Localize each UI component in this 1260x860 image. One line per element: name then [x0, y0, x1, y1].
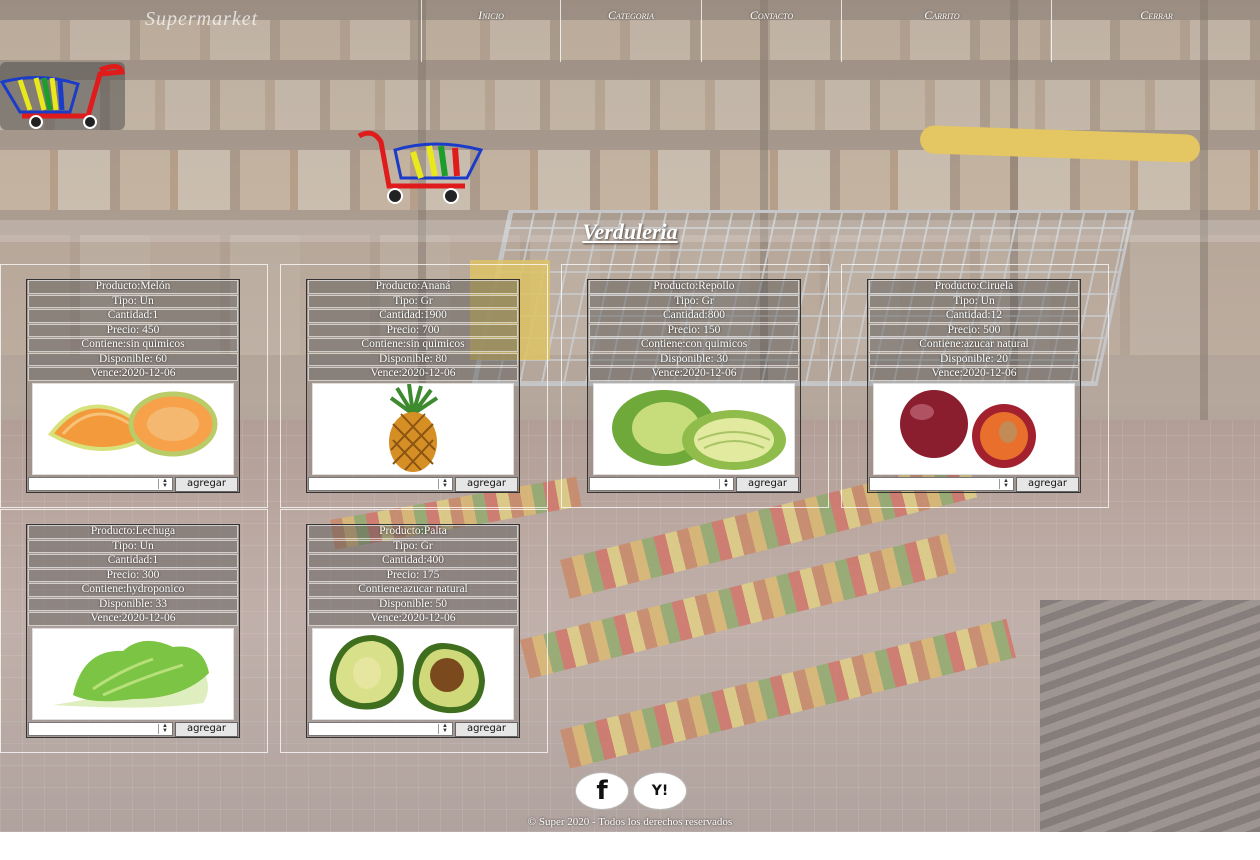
nav-inicio[interactable]: Inicio — [421, 0, 560, 62]
product-available: Disponible: 80 — [308, 352, 518, 366]
product-price: Precio: 450 — [28, 323, 238, 337]
nav-categoria[interactable]: Categoria — [560, 0, 701, 62]
yahoo-icon[interactable]: Y! — [633, 772, 687, 810]
product-quantity: Cantidad:1900 — [308, 309, 518, 323]
quantity-stepper[interactable]: ▲ ▼ — [28, 721, 173, 736]
quantity-stepper[interactable]: ▲ ▼ — [308, 476, 453, 491]
product-contains: Contiene:con quimicos — [589, 338, 799, 352]
brand-name: Supermarket — [145, 8, 259, 30]
cart-logo — [355, 128, 485, 208]
product-name: Producto:Lechuga — [28, 525, 238, 539]
quantity-stepper[interactable]: ▲ ▼ — [308, 721, 453, 736]
melon-image — [32, 382, 234, 475]
product-type: Tipo: Un — [869, 294, 1079, 308]
nav-carrito[interactable]: Carrito — [841, 0, 1042, 62]
product-type: Tipo: Gr — [308, 539, 518, 553]
product-quantity: Cantidad:12 — [869, 309, 1079, 323]
nav-contacto[interactable]: Contacto — [701, 0, 841, 62]
product-name: Producto:Palta — [308, 525, 518, 539]
product-card: Producto:Ciruela Tipo: Un Cantidad:12 Pr… — [867, 279, 1081, 493]
product-name: Producto:Melón — [28, 280, 238, 294]
add-button[interactable]: agregar — [175, 476, 238, 492]
product-cell: Producto:Repollo Tipo: Gr Cantidad:800 P… — [561, 264, 829, 508]
product-available: Disponible: 33 — [28, 597, 238, 611]
nav-label: Contacto — [749, 8, 794, 22]
product-available: Disponible: 60 — [28, 352, 238, 366]
add-button[interactable]: agregar — [1016, 476, 1079, 492]
product-type: Tipo: Gr — [589, 294, 799, 308]
product-contains: Contiene:hydroponico — [28, 583, 238, 597]
product-available: Disponible: 20 — [869, 352, 1079, 366]
product-card: Producto:Melón Tipo: Un Cantidad:1 Preci… — [26, 279, 240, 493]
add-button[interactable]: agregar — [455, 721, 518, 737]
nav-label: Inicio — [478, 8, 504, 22]
product-price: Precio: 175 — [308, 568, 518, 582]
product-type: Tipo: Gr — [308, 294, 518, 308]
yahoo-label: Y! — [651, 783, 669, 799]
add-button[interactable]: agregar — [455, 476, 518, 492]
pineapple-image — [312, 382, 514, 475]
product-expiry: Vence:2020-12-06 — [308, 367, 518, 381]
nav-label: Carrito — [924, 8, 960, 22]
section-title: Verduleria — [582, 219, 678, 244]
product-price: Precio: 150 — [589, 323, 799, 337]
quantity-stepper[interactable]: ▲ ▼ — [869, 476, 1014, 491]
product-quantity: Cantidad:800 — [589, 309, 799, 323]
cart-logo-small[interactable] — [0, 62, 125, 130]
product-type: Tipo: Un — [28, 539, 238, 553]
product-contains: Contiene:sin quimicos — [28, 338, 238, 352]
product-card: Producto:Lechuga Tipo: Un Cantidad:1 Pre… — [26, 524, 240, 738]
nav-cerrar[interactable]: Cerrar — [1051, 0, 1260, 62]
product-price: Precio: 300 — [28, 568, 238, 582]
product-quantity: Cantidad:400 — [308, 554, 518, 568]
product-type: Tipo: Un — [28, 294, 238, 308]
product-name: Producto:Repollo — [589, 280, 799, 294]
quantity-stepper[interactable]: ▲ ▼ — [589, 476, 734, 491]
copyright-text: © Super 2020 - Todos los derechos reserv… — [527, 816, 733, 828]
avocado-image — [312, 627, 514, 720]
product-expiry: Vence:2020-12-06 — [869, 367, 1079, 381]
product-available: Disponible: 50 — [308, 597, 518, 611]
product-expiry: Vence:2020-12-06 — [28, 612, 238, 626]
top-navigation: Supermarket Inicio Categoria Contacto Ca… — [0, 0, 1260, 62]
nav-label: Categoria — [608, 8, 654, 22]
product-available: Disponible: 30 — [589, 352, 799, 366]
facebook-label: f — [596, 776, 608, 806]
product-card: Producto:Repollo Tipo: Gr Cantidad:800 P… — [587, 279, 801, 493]
product-card: Producto:Ananá Tipo: Gr Cantidad:1900 Pr… — [306, 279, 520, 493]
product-quantity: Cantidad:1 — [28, 554, 238, 568]
product-price: Precio: 500 — [869, 323, 1079, 337]
quantity-stepper[interactable]: ▲ ▼ — [28, 476, 173, 491]
product-contains: Contiene:azucar natural — [308, 583, 518, 597]
lettuce-image — [32, 627, 234, 720]
product-expiry: Vence:2020-12-06 — [308, 612, 518, 626]
product-name: Producto:Ciruela — [869, 280, 1079, 294]
product-cell: Producto:Melón Tipo: Un Cantidad:1 Preci… — [0, 264, 268, 508]
product-cell: Producto:Ananá Tipo: Gr Cantidad:1900 Pr… — [280, 264, 548, 508]
product-cell: Producto:Ciruela Tipo: Un Cantidad:12 Pr… — [841, 264, 1109, 508]
product-expiry: Vence:2020-12-06 — [589, 367, 799, 381]
product-cell: Producto:Lechuga Tipo: Un Cantidad:1 Pre… — [0, 509, 268, 753]
add-button[interactable]: agregar — [175, 721, 238, 737]
product-card: Producto:Palta Tipo: Gr Cantidad:400 Pre… — [306, 524, 520, 738]
product-name: Producto:Ananá — [308, 280, 518, 294]
add-button[interactable]: agregar — [736, 476, 799, 492]
plum-image — [873, 382, 1075, 475]
product-contains: Contiene:sin quimicos — [308, 338, 518, 352]
cabbage-image — [593, 382, 795, 475]
product-contains: Contiene:azucar natural — [869, 338, 1079, 352]
product-quantity: Cantidad:1 — [28, 309, 238, 323]
product-price: Precio: 700 — [308, 323, 518, 337]
product-cell: Producto:Palta Tipo: Gr Cantidad:400 Pre… — [280, 509, 548, 753]
product-expiry: Vence:2020-12-06 — [28, 367, 238, 381]
nav-label: Cerrar — [1140, 8, 1173, 22]
facebook-icon[interactable]: f — [575, 772, 629, 810]
